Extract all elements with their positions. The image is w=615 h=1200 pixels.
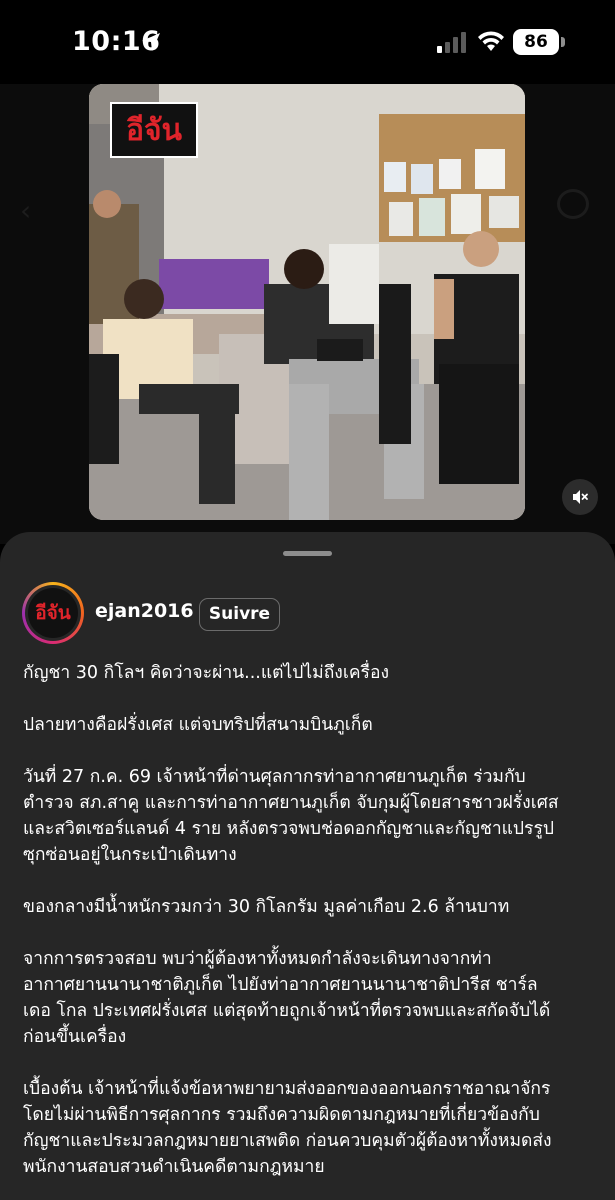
caption-paragraph: ปลายทางคือฝรั่งเศส แต่จบทริปที่สนามบินภู… [23, 715, 373, 735]
status-bar: 10:16 86 [0, 0, 615, 84]
caption-sheet: อีจัน ejan2016 Suivre กัญชา 30 กิโลฯ คิด… [0, 532, 615, 1200]
avatar-logo-text: อีจัน [35, 602, 71, 624]
post-photo[interactable]: อีจัน [89, 84, 525, 520]
sheet-grabber[interactable] [283, 551, 332, 556]
signal-icon [437, 32, 466, 53]
caption-line: ตำรวจ สภ.สาคู และการท่าอากาศยานภูเก็ต จั… [23, 793, 559, 813]
camera-ring-icon [557, 189, 589, 219]
back-chevron-icon[interactable]: ‹ [20, 194, 31, 227]
caption-paragraph: ของกลางมีน้ำหนักรวมกว่า 30 กิโลกรัม มูลค… [23, 897, 510, 917]
avatar[interactable]: อีจัน [22, 582, 84, 644]
caption-paragraph: กัญชา 30 กิโลฯ คิดว่าจะผ่าน...แต่ไปไม่ถึ… [23, 663, 389, 683]
post-logo-text: อีจัน [125, 112, 183, 148]
caption-line: โดยไม่ผ่านพิธีการศุลกากร รวมถึงความผิดตา… [23, 1105, 540, 1125]
caption-line: อากาศยานนานาชาติภูเก็ต ไปยังท่าอากาศยานน… [23, 975, 538, 995]
caption-line: พนักงานสอบสวนดำเนินคดีตามกฎหมาย [23, 1157, 325, 1177]
caption-paragraph: เบื้องต้น เจ้าหน้าที่แจ้งข้อหาพยายามส่งอ… [23, 1076, 598, 1180]
caption-line: ซุกซ่อนอยู่ในกระเป๋าเดินทาง [23, 845, 237, 865]
post-logo: อีจัน [110, 102, 198, 158]
caption-line: วันที่ 27 ก.ค. 69 เจ้าหน้าที่ด่านศุลกากร… [23, 767, 526, 787]
wifi-icon [478, 31, 504, 51]
speaker-muted-icon [573, 490, 588, 504]
caption-line: ก่อนขึ้นเครื่อง [23, 1027, 127, 1047]
caption-line: กัญชาและประมวลกฎหมายยาเสพติด ก่อนควบคุมต… [23, 1131, 552, 1151]
caption-line: เบื้องต้น เจ้าหน้าที่แจ้งข้อหาพยายามส่งอ… [23, 1079, 551, 1099]
caption-paragraph: วันที่ 27 ก.ค. 69 เจ้าหน้าที่ด่านศุลกากร… [23, 764, 598, 868]
post-caption: กัญชา 30 กิโลฯ คิดว่าจะผ่าน...แต่ไปไม่ถึ… [23, 660, 598, 1200]
caption-line: เดอ โกล ประเทศฝรั่งเศส แต่สุดท้ายถูกเจ้า… [23, 1001, 551, 1021]
caption-paragraph: จากการตรวจสอบ พบว่าผู้ต้องหาทั้งหมดกำลัง… [23, 946, 598, 1050]
battery-nub [561, 37, 565, 47]
follow-button[interactable]: Suivre [199, 598, 280, 631]
battery-icon: 86 [513, 29, 559, 55]
username[interactable]: ejan2016 [95, 600, 194, 622]
location-arrow-icon [142, 33, 160, 51]
caption-line: จากการตรวจสอบ พบว่าผู้ต้องหาทั้งหมดกำลัง… [23, 949, 492, 969]
mute-button[interactable] [562, 479, 598, 515]
caption-line: และสวิตเซอร์แลนด์ 4 ราย หลังตรวจพบช่อดอก… [23, 819, 554, 839]
